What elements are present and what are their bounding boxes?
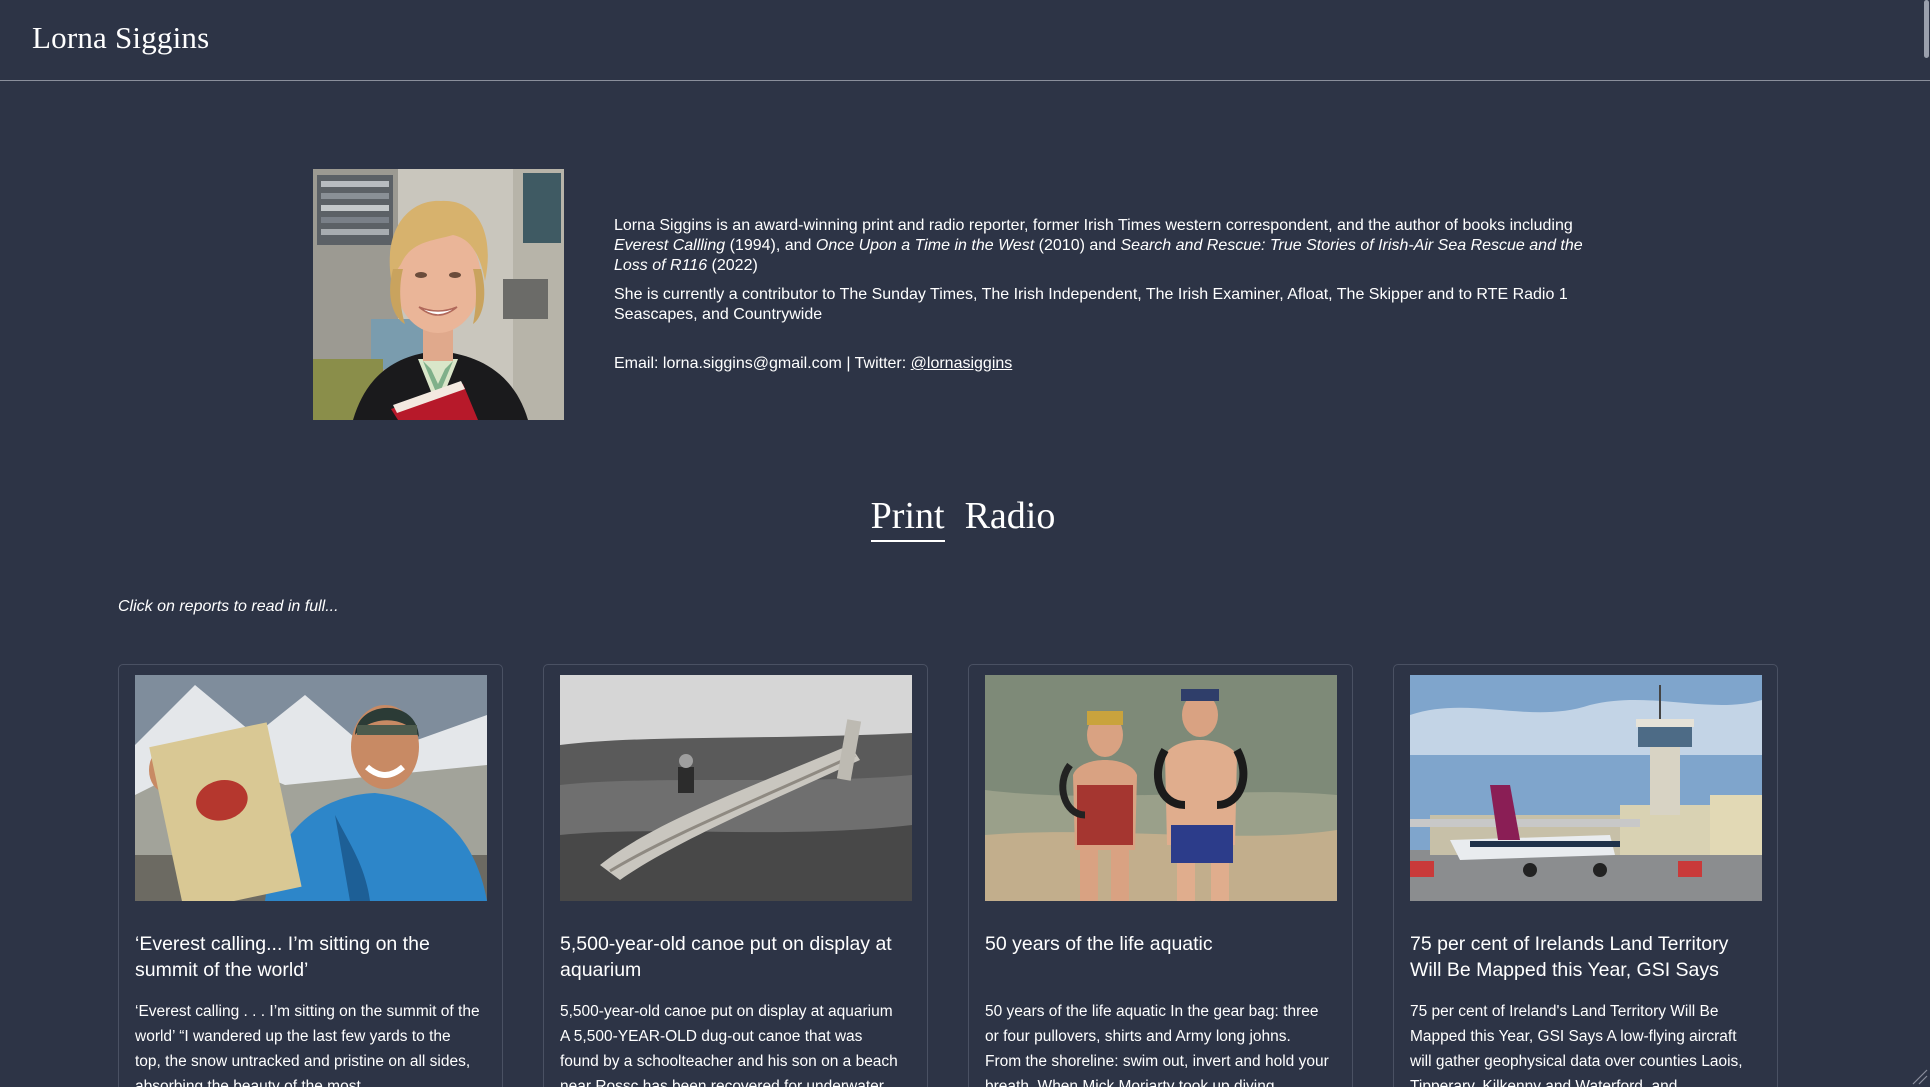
bio-contributor: She is currently a contributor to The Su…: [614, 286, 1568, 323]
twitter-link[interactable]: @lornasiggins: [911, 355, 1013, 372]
report-excerpt: ‘Everest calling . . . I’m sitting on th…: [135, 1003, 480, 1087]
report-card[interactable]: ‘Everest calling... I’m sitting on the s…: [118, 664, 503, 1087]
tab-radio[interactable]: Radio: [965, 494, 1056, 542]
report-thumbnail[interactable]: [135, 675, 487, 901]
report-card[interactable]: 50 years of the life aquatic 50 years of…: [968, 664, 1353, 1087]
author-bio: Lorna Siggins is an award-winning print …: [614, 216, 1614, 374]
site-title-link[interactable]: Lorna Siggins: [32, 20, 209, 56]
resize-grip-icon[interactable]: [1910, 1067, 1928, 1085]
book-title-everest: Everest Callling: [614, 237, 726, 254]
report-title[interactable]: 5,500-year-old canoe put on display at a…: [560, 931, 900, 983]
author-portrait-photo: [313, 169, 564, 420]
book-title-once-upon: Once Upon a Time in the West: [815, 237, 1035, 254]
report-excerpt: 5,500-year-old canoe put on display at a…: [560, 1003, 898, 1087]
author-portrait: [313, 169, 564, 420]
section-tabs: Print Radio: [0, 494, 1930, 542]
site-header: Lorna Siggins: [0, 0, 1930, 81]
report-title[interactable]: 50 years of the life aquatic: [985, 931, 1325, 957]
report-excerpt: 50 years of the life aquatic In the gear…: [985, 1003, 1329, 1087]
bio-intro-text: Lorna Siggins is an award-winning print …: [614, 217, 1573, 234]
report-excerpt: 75 per cent of Ireland's Land Territory …: [1410, 1003, 1743, 1087]
contact-email: Email: lorna.siggins@gmail.com | Twitter…: [614, 355, 911, 372]
scrollbar[interactable]: [1922, 0, 1930, 1087]
bio-year-1: (1994), and: [725, 237, 816, 254]
bio-year-3: (2022): [707, 257, 758, 274]
page: Lorna Siggins Lorna Siggins is an award-…: [0, 0, 1930, 1087]
divers-photo-icon: [985, 675, 1337, 901]
tab-print[interactable]: Print: [870, 494, 945, 542]
bio-intro: Lorna Siggins is an award-winning print …: [614, 216, 1614, 276]
report-title[interactable]: ‘Everest calling... I’m sitting on the s…: [135, 931, 475, 983]
report-card[interactable]: 5,500-year-old canoe put on display at a…: [543, 664, 928, 1087]
aircraft-photo-icon: [1410, 675, 1762, 901]
scrollbar-thumb[interactable]: [1924, 0, 1929, 58]
report-thumbnail[interactable]: [560, 675, 912, 901]
report-thumbnail[interactable]: [1410, 675, 1762, 901]
bio-contact: Email: lorna.siggins@gmail.com | Twitter…: [614, 354, 1614, 374]
bio-year-2: (2010) and: [1034, 237, 1121, 254]
mountaineer-photo-icon: [135, 675, 487, 901]
canoe-photo-icon: [560, 675, 912, 901]
report-thumbnail[interactable]: [985, 675, 1337, 901]
reports-hint: Click on reports to read in full...: [118, 598, 339, 615]
report-title[interactable]: 75 per cent of Irelands Land Territory W…: [1410, 931, 1750, 983]
report-card[interactable]: 75 per cent of Irelands Land Territory W…: [1393, 664, 1778, 1087]
